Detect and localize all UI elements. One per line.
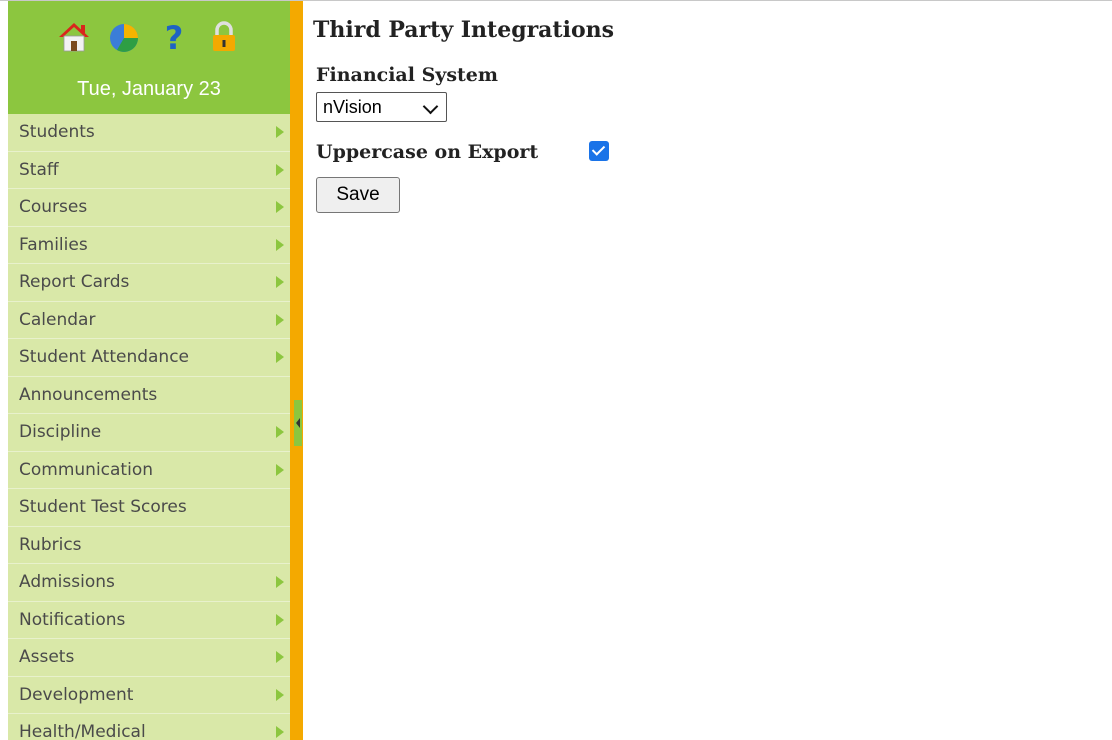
save-button[interactable]: Save <box>316 177 400 213</box>
financial-system-select[interactable]: nVision <box>316 92 447 122</box>
sidebar-item-student-test-scores[interactable]: Student Test Scores <box>8 489 290 527</box>
sidebar-item-calendar[interactable]: Calendar <box>8 302 290 339</box>
sidebar-item-student-attendance[interactable]: Student Attendance <box>8 339 290 377</box>
sidebar-header: ? Tue, January 23 <box>8 1 290 114</box>
sidebar-item-notifications[interactable]: Notifications <box>8 602 290 639</box>
uppercase-export-checkbox[interactable] <box>589 141 609 161</box>
lock-icon[interactable] <box>206 19 242 55</box>
submenu-arrow-icon <box>276 688 284 701</box>
submenu-arrow-icon <box>276 313 284 326</box>
submenu-arrow-icon <box>276 576 284 588</box>
svg-text:?: ? <box>165 20 184 54</box>
submenu-arrow-icon <box>276 726 284 738</box>
sidebar-item-admissions[interactable]: Admissions <box>8 564 290 602</box>
sidebar-item-label: Rubrics <box>19 534 82 555</box>
submenu-arrow-icon <box>276 201 284 213</box>
financial-system-label: Financial System <box>316 64 499 86</box>
submenu-arrow-icon <box>276 163 284 176</box>
sidebar-item-label: Admissions <box>19 572 115 592</box>
sidebar-item-announcements[interactable]: Announcements <box>8 377 290 414</box>
sidebar-item-label: Health/Medical <box>19 722 146 740</box>
financial-system-value: nVision <box>323 97 382 117</box>
sidebar-item-communication[interactable]: Communication <box>8 452 290 489</box>
sidebar: ? Tue, January 23 Students Staff Courses… <box>8 1 290 740</box>
sidebar-item-label: Staff <box>19 159 59 180</box>
sidebar-item-development[interactable]: Development <box>8 677 290 714</box>
sidebar-item-label: Development <box>19 684 134 705</box>
submenu-arrow-icon <box>276 238 284 251</box>
submenu-arrow-icon <box>276 426 284 438</box>
uppercase-export-label: Uppercase on Export <box>316 141 539 163</box>
page-title: Third Party Integrations <box>313 17 615 43</box>
submenu-arrow-icon <box>276 276 284 288</box>
sidebar-item-label: Announcements <box>19 384 158 405</box>
sidebar-item-label: Notifications <box>19 609 126 630</box>
submenu-arrow-icon <box>276 126 284 138</box>
submenu-arrow-icon <box>276 651 284 663</box>
sidebar-item-label: Discipline <box>19 422 102 442</box>
sidebar-item-students[interactable]: Students <box>8 114 290 152</box>
sidebar-menu: Students Staff Courses Families Report C… <box>8 114 290 740</box>
sidebar-item-discipline[interactable]: Discipline <box>8 414 290 452</box>
submenu-arrow-icon <box>276 351 284 363</box>
sidebar-item-label: Courses <box>19 197 88 217</box>
submenu-arrow-icon <box>276 613 284 626</box>
current-date: Tue, January 23 <box>77 78 221 100</box>
collapse-sidebar-handle[interactable] <box>294 400 302 446</box>
pie-chart-icon[interactable] <box>106 19 142 55</box>
help-icon[interactable]: ? <box>156 19 192 55</box>
sidebar-item-label: Calendar <box>19 309 96 330</box>
sidebar-item-report-cards[interactable]: Report Cards <box>8 264 290 302</box>
sidebar-item-label: Student Test Scores <box>19 497 187 517</box>
quick-icons: ? <box>8 19 290 55</box>
sidebar-item-staff[interactable]: Staff <box>8 152 290 189</box>
home-icon[interactable] <box>56 19 92 55</box>
sidebar-item-label: Students <box>19 122 95 142</box>
sidebar-item-rubrics[interactable]: Rubrics <box>8 527 290 564</box>
sidebar-item-label: Report Cards <box>19 272 130 292</box>
chevron-down-icon <box>422 98 439 115</box>
sidebar-item-label: Student Attendance <box>19 347 190 367</box>
sidebar-item-families[interactable]: Families <box>8 227 290 264</box>
sidebar-item-label: Families <box>19 234 88 255</box>
sidebar-item-label: Communication <box>19 459 153 480</box>
sidebar-item-label: Assets <box>19 647 75 667</box>
main-content: Third Party Integrations Financial Syste… <box>313 1 1103 740</box>
sidebar-item-assets[interactable]: Assets <box>8 639 290 677</box>
sidebar-item-courses[interactable]: Courses <box>8 189 290 227</box>
submenu-arrow-icon <box>276 463 284 476</box>
sidebar-item-health-medical[interactable]: Health/Medical <box>8 714 290 740</box>
sidebar-divider <box>290 1 303 740</box>
